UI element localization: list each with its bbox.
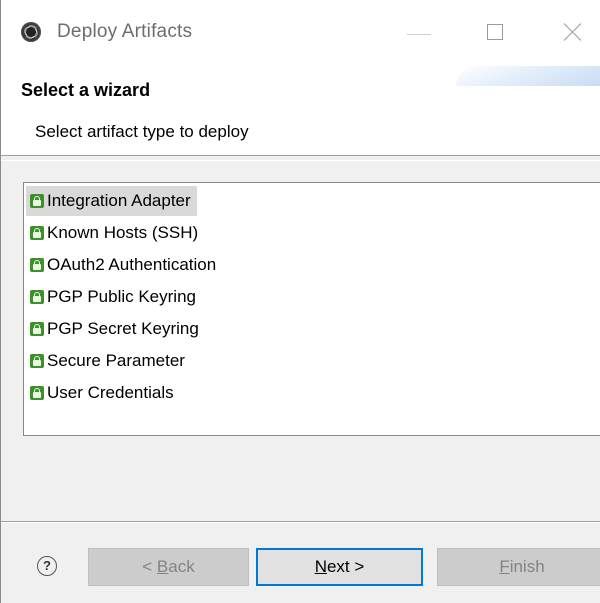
list-item-user-credentials[interactable]: User Credentials: [26, 378, 180, 408]
back-button-mnemonic: B: [156, 557, 169, 576]
lock-icon: [30, 194, 44, 208]
help-icon[interactable]: ?: [37, 556, 57, 576]
wizard-title: Select a wizard: [21, 80, 151, 100]
title-bar: Deploy Artifacts: [1, 0, 600, 66]
footer-divider-highlight: [1, 522, 600, 523]
window-title: Deploy Artifacts: [57, 21, 193, 42]
list-item-label: PGP Secret Keyring: [47, 319, 199, 338]
list-item-label: Secure Parameter: [47, 351, 185, 370]
header-decoration: [456, 66, 600, 86]
back-button[interactable]: < Back: [88, 548, 249, 586]
deploy-artifacts-dialog: Deploy Artifacts Select a wizard Select …: [0, 0, 600, 603]
next-button-mnemonic: N: [314, 557, 327, 576]
finish-button[interactable]: Finish: [437, 548, 600, 586]
wizard-description: Select artifact type to deploy: [35, 122, 249, 141]
list-item-integration-adapter[interactable]: Integration Adapter: [26, 186, 197, 216]
list-item-label: User Credentials: [47, 383, 174, 402]
close-icon[interactable]: [561, 20, 585, 44]
list-item-label: Integration Adapter: [47, 191, 191, 210]
back-button-prefix: <: [142, 557, 157, 576]
finish-button-mnemonic: F: [499, 557, 510, 576]
list-item-pgp-public-keyring[interactable]: PGP Public Keyring: [26, 282, 202, 312]
lock-icon: [30, 322, 44, 336]
lock-icon: [30, 354, 44, 368]
list-item-pgp-secret-keyring[interactable]: PGP Secret Keyring: [26, 314, 205, 344]
list-item-known-hosts[interactable]: Known Hosts (SSH): [26, 218, 204, 248]
back-button-label: ack: [168, 557, 195, 576]
list-item-oauth2-authentication[interactable]: OAuth2 Authentication: [26, 250, 222, 280]
lock-icon: [30, 386, 44, 400]
list-item-label: PGP Public Keyring: [47, 287, 196, 306]
list-item-label: OAuth2 Authentication: [47, 255, 217, 274]
artifact-type-list[interactable]: Integration Adapter Known Hosts (SSH) OA…: [23, 182, 600, 436]
eclipse-app-icon: [21, 22, 41, 42]
lock-icon: [30, 226, 44, 240]
list-item-label: Known Hosts (SSH): [47, 223, 199, 242]
maximize-button[interactable]: [487, 24, 503, 40]
next-button-label: ext >: [326, 557, 365, 576]
header-divider: [1, 160, 600, 161]
lock-icon: [30, 290, 44, 304]
wizard-header: Select a wizard Select artifact type to …: [1, 66, 600, 156]
lock-icon: [30, 258, 44, 272]
next-button[interactable]: Next >: [256, 548, 423, 586]
minimize-button[interactable]: [407, 34, 431, 35]
finish-button-label: inish: [509, 557, 545, 576]
list-item-secure-parameter[interactable]: Secure Parameter: [26, 346, 191, 376]
